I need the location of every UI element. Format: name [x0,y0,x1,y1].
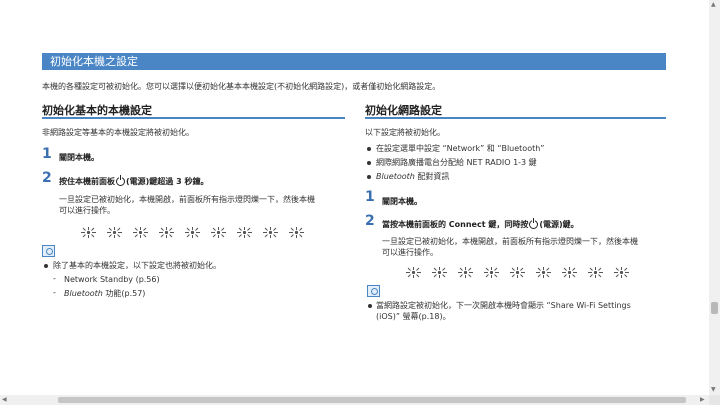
note-icon [42,245,55,257]
dash-marker: - [53,274,56,283]
bullet-dot [367,161,371,165]
led-blink-icon [184,224,201,238]
right-column-title: 初始化網路設定 [365,104,442,117]
section-title: 初始化本機之設定 [42,53,666,70]
note-icon [367,285,380,297]
right-step2-text-a: 當按本機前面板的 Connect 鍵，同時按 [382,220,529,229]
manual-page: 初始化本機之設定 本機的各種設定可被初始化。您可以選擇以便初始化基本本機設定(不… [0,0,709,395]
right-note-line-2: (iOS)” 螢幕(p.18)。 [376,312,451,321]
left-title-rule [42,117,345,119]
dash-marker: - [53,288,56,297]
led-blink-icon [236,224,253,238]
bullet-dot [367,147,371,151]
right-step2-text: 當按本機前面板的 Connect 鍵，同時按 (電源)鍵。 [382,218,579,230]
scrollbar-corner [709,395,720,405]
led-blink-icon [210,224,227,238]
bullet-dot [367,175,371,179]
left-sub-item-2: Bluetooth 功能(p.57) [64,288,145,299]
right-bullet-3: Bluetooth 配對資訊 [376,171,449,182]
horizontal-scrollbar[interactable]: ◀ ▶ [0,395,709,405]
right-bullet-3-rest: 配對資訊 [414,172,450,181]
right-step2-text-b: (電源)鍵。 [539,220,579,229]
led-blink-icon [561,264,578,278]
intro-text: 本機的各種設定可被初始化。您可以選擇以便初始化基本本機設定(不初始化網路設定)，… [42,82,441,91]
led-blink-icon [483,264,500,278]
left-step2-detail-1: 一旦設定已被初始化，本機開啟，前面板所有指示燈閃爍一下，然後本機 [59,195,315,204]
right-step2-number: 2 [365,213,375,229]
led-blink-icon [431,264,448,278]
vertical-scrollbar-thumb[interactable] [711,302,718,314]
power-icon [116,175,125,186]
left-note-text: 除了基本的本機設定，以下設定也將被初始化。 [53,261,221,270]
right-step1-number: 1 [365,189,375,205]
right-bullet-1: 在設定選單中設定 “Network” 和 “Bluetooth” [376,144,545,153]
left-sub-item-2-rest: 功能(p.57) [102,289,146,298]
led-blink-icon [509,264,526,278]
left-description: 非網路設定等基本的本機設定將被初始化。 [42,128,194,137]
left-step2-text: 按住本機前面板 (電源)鍵超過 3 秒鐘。 [59,175,209,187]
vertical-scrollbar[interactable]: ▲ ▼ [709,0,720,395]
left-step2-text-b: (電源)鍵超過 3 秒鐘。 [126,177,209,186]
right-step2-detail-2: 可以進行操作。 [382,248,438,257]
scroll-up-arrow-icon[interactable]: ▲ [711,1,716,8]
right-description: 以下設定將被初始化。 [365,128,445,137]
power-icon [529,218,539,229]
horizontal-scrollbar-thumb[interactable] [58,397,686,403]
led-blink-icon [288,224,305,238]
led-blink-icon [587,264,604,278]
scroll-down-arrow-icon[interactable]: ▼ [711,386,716,393]
left-step2-text-a: 按住本機前面板 [59,177,115,186]
right-bullet-2: 網際網路廣播電台分配給 NET RADIO 1-3 鍵 [376,158,537,167]
led-blink-icon [405,264,422,278]
left-step2-number: 2 [42,170,52,186]
left-step1-number: 1 [42,146,52,162]
left-sub-item-1: Network Standby (p.56) [64,275,160,284]
right-note-line-1: 當網路設定被初始化，下一次開啟本機時會顯示 “Share Wi-Fi Setti… [376,301,631,310]
left-column-title: 初始化基本的本機設定 [42,104,152,117]
scroll-right-arrow-icon[interactable]: ▶ [700,396,705,403]
right-step2-detail-1: 一旦設定已被初始化，本機開啟，前面板所有指示燈閃爍一下，然後本機 [382,237,638,246]
led-blink-icon [132,224,149,238]
right-bullet-3-italic: Bluetooth [376,172,415,181]
led-blink-icon [535,264,552,278]
right-indicator-row [405,264,630,278]
scroll-left-arrow-icon[interactable]: ◀ [2,396,7,403]
led-blink-icon [613,264,630,278]
led-blink-icon [158,224,175,238]
led-blink-icon [262,224,279,238]
bullet-dot [368,304,372,308]
left-sub-item-2-italic: Bluetooth [64,289,103,298]
led-blink-icon [457,264,474,278]
left-step2-detail-2: 可以進行操作。 [59,206,115,215]
led-blink-icon [80,224,97,238]
right-title-rule [365,117,666,119]
left-step1-text: 關閉本機。 [59,153,99,162]
bullet-dot [44,264,48,268]
right-step1-text: 關閉本機。 [382,197,422,206]
left-indicator-row [80,224,305,238]
led-blink-icon [106,224,123,238]
